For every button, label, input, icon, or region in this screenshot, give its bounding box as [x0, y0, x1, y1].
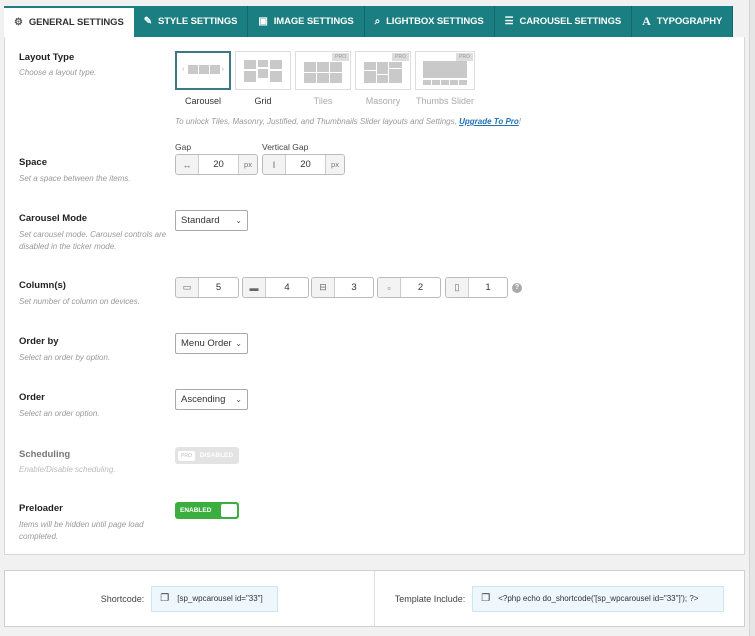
- horizontal-arrows-icon: ↔: [176, 155, 199, 174]
- template-include-box[interactable]: ❐ <?php echo do_shortcode('[sp_wpcarouse…: [472, 585, 725, 612]
- vertical-gap-input[interactable]: I 20 px: [262, 154, 345, 175]
- columns-desc: Set number of column on devices.: [19, 297, 140, 306]
- columns-laptop-input[interactable]: ⊟ 3: [311, 277, 374, 298]
- thumbs-slider-layout-icon: PRO: [415, 51, 475, 90]
- toggle-knob: [221, 504, 237, 517]
- gap-label: Gap: [175, 142, 192, 152]
- order-by-label: Order by: [19, 336, 59, 347]
- masonry-layout-icon: PRO: [355, 51, 411, 90]
- brush-icon: ✎: [143, 16, 152, 27]
- layout-option-carousel[interactable]: ‹ › Carousel: [175, 51, 231, 106]
- upgrade-notice: To unlock Tiles, Masonry, Justified, and…: [175, 117, 522, 126]
- vertical-arrows-icon: I: [263, 155, 286, 174]
- order-by-select[interactable]: Menu Order ⌄: [175, 333, 248, 354]
- gear-icon: ⚙: [14, 17, 23, 28]
- unit-label: px: [325, 155, 344, 174]
- tab-style-settings[interactable]: ✎ STYLE SETTINGS: [133, 6, 249, 37]
- shortcode-footer: Shortcode: ❐ [sp_wpcarousel id="33"] Tem…: [4, 570, 745, 627]
- pro-badge: PRO: [332, 53, 349, 61]
- tiles-layout-icon: PRO: [295, 51, 351, 90]
- layout-option-label: Masonry: [365, 96, 401, 106]
- gap-value[interactable]: 20: [199, 155, 238, 174]
- general-settings-panel: Layout Type Choose a layout type. ‹ › Ca…: [4, 37, 745, 555]
- tablet-icon: ▫: [378, 278, 401, 297]
- order-desc: Select an order option.: [19, 409, 100, 418]
- copy-icon[interactable]: ❐: [160, 593, 169, 604]
- template-include-text: <?php echo do_shortcode('[sp_wpcarousel …: [498, 594, 699, 603]
- laptop-icon: ⊟: [312, 278, 335, 297]
- help-icon[interactable]: ?: [512, 283, 522, 293]
- columns-desktop-input[interactable]: ▬ 4: [242, 277, 309, 298]
- grid-layout-icon: [235, 51, 291, 90]
- space-desc: Set a space between the items.: [19, 174, 131, 183]
- layout-option-label: Carousel: [184, 96, 222, 106]
- unit-label: px: [238, 155, 257, 174]
- layout-type-desc: Choose a layout type.: [19, 68, 97, 77]
- carousel-layout-icon: ‹ ›: [175, 51, 231, 90]
- carousel-mode-select[interactable]: Standard ⌄: [175, 210, 248, 231]
- tab-typography[interactable]: A TYPOGRAPHY: [632, 6, 734, 37]
- columns-label: Column(s): [19, 280, 66, 291]
- image-icon: ▣: [258, 16, 268, 27]
- vertical-gap-value[interactable]: 20: [286, 155, 325, 174]
- scheduling-desc: Enable/Disable scheduling.: [19, 465, 116, 474]
- font-icon: A: [642, 14, 651, 28]
- copy-icon[interactable]: ❐: [481, 593, 490, 604]
- carousel-mode-desc: Set carousel mode. Carousel controls are…: [19, 230, 167, 251]
- template-include-cell: Template Include: ❐ <?php echo do_shortc…: [374, 571, 744, 626]
- order-by-desc: Select an order by option.: [19, 353, 111, 362]
- layout-type-label: Layout Type: [19, 52, 75, 63]
- preloader-toggle[interactable]: ENABLED: [175, 502, 239, 519]
- layout-options: ‹ › Carousel Grid PRO Tiles PRO Masonry …: [175, 51, 475, 106]
- layout-option-masonry[interactable]: PRO Masonry: [355, 51, 411, 106]
- chevron-down-icon: ⌄: [235, 339, 242, 348]
- space-label: Space: [19, 157, 47, 168]
- scheduling-toggle[interactable]: PRO DISABLED: [175, 447, 239, 464]
- shortcode-cell: Shortcode: ❐ [sp_wpcarousel id="33"]: [5, 571, 374, 626]
- mobile-icon: ▯: [446, 278, 469, 297]
- layout-option-tiles[interactable]: PRO Tiles: [295, 51, 351, 106]
- search-icon: ⌕: [374, 16, 381, 27]
- order-select[interactable]: Ascending ⌄: [175, 389, 248, 410]
- pro-badge: PRO: [456, 53, 473, 61]
- columns-tablet-input[interactable]: ▫ 2: [377, 277, 441, 298]
- scheduling-label: Scheduling: [19, 449, 71, 460]
- order-label: Order: [19, 392, 45, 403]
- page-scrollbar[interactable]: [749, 0, 755, 636]
- vertical-gap-label: Vertical Gap: [262, 142, 309, 152]
- tab-general-settings[interactable]: ⚙ GENERAL SETTINGS: [4, 6, 134, 37]
- pro-badge: PRO: [392, 53, 409, 61]
- layout-option-thumbs-slider[interactable]: PRO Thumbs Slider: [415, 51, 475, 106]
- large-desktop-icon: ▭: [176, 278, 199, 297]
- tab-image-settings[interactable]: ▣ IMAGE SETTINGS: [248, 6, 365, 37]
- tab-lightbox-settings[interactable]: ⌕ LIGHTBOX SETTINGS: [364, 6, 495, 37]
- chevron-down-icon: ⌄: [235, 216, 242, 225]
- shortcode-label: Shortcode:: [100, 593, 145, 604]
- layout-option-grid[interactable]: Grid: [235, 51, 291, 106]
- layout-option-label: Thumbs Slider: [415, 96, 475, 106]
- preloader-label: Preloader: [19, 503, 63, 514]
- sliders-icon: ☰: [504, 16, 514, 27]
- settings-tabs: ⚙ GENERAL SETTINGS ✎ STYLE SETTINGS ▣ IMAGE…: [4, 6, 734, 37]
- columns-large-desktop-input[interactable]: ▭ 5: [175, 277, 239, 298]
- pro-badge: PRO: [178, 450, 195, 461]
- shortcode-text: [sp_wpcarousel id="33"]: [177, 594, 263, 603]
- desktop-icon: ▬: [243, 278, 266, 297]
- carousel-mode-label: Carousel Mode: [19, 213, 88, 224]
- preloader-desc: Items will be hidden until page load com…: [19, 520, 144, 541]
- chevron-down-icon: ⌄: [235, 395, 242, 404]
- gap-input[interactable]: ↔ 20 px: [175, 154, 258, 175]
- tab-carousel-settings[interactable]: ☰ CAROUSEL SETTINGS: [494, 6, 633, 37]
- layout-option-label: Grid: [254, 96, 272, 106]
- template-include-label: Template Include:: [394, 593, 466, 604]
- columns-mobile-input[interactable]: ▯ 1: [445, 277, 508, 298]
- upgrade-to-pro-link[interactable]: Upgrade To Pro: [459, 117, 519, 126]
- shortcode-box[interactable]: ❐ [sp_wpcarousel id="33"]: [151, 585, 279, 612]
- layout-option-label: Tiles: [313, 96, 333, 106]
